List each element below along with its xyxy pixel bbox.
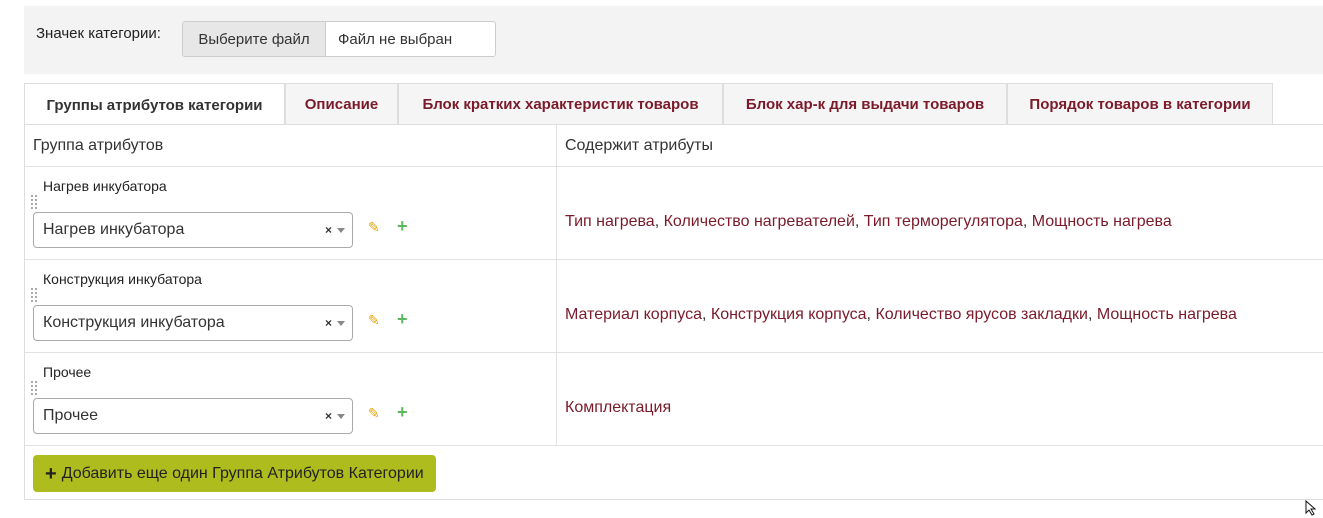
group-select[interactable]: Нагрев инкубатора ×: [33, 212, 353, 248]
chevron-down-icon[interactable]: [337, 414, 345, 419]
attribute-link[interactable]: Тип нагрева: [565, 213, 655, 230]
attribute-link[interactable]: Тип терморегулятора: [864, 213, 1023, 230]
clear-icon[interactable]: ×: [325, 316, 332, 330]
attribute-link[interactable]: Количество нагревателей: [664, 213, 855, 230]
chevron-down-icon[interactable]: [337, 321, 345, 326]
attribute-list: Материал корпуса, Конструкция корпуса, К…: [565, 306, 1237, 323]
group-label: Нагрев инкубатора: [43, 178, 167, 194]
category-icon-panel: Значек категории: Выберите файл Файл не …: [24, 6, 1323, 74]
tab-description[interactable]: Описание: [285, 83, 398, 125]
group-select-value: Конструкция инкубатора: [43, 314, 225, 331]
attribute-link[interactable]: Мощность нагрева: [1097, 306, 1237, 323]
drag-handle-icon[interactable]: [31, 381, 37, 395]
plus-icon[interactable]: +: [397, 402, 408, 423]
plus-icon: +: [45, 462, 57, 485]
tab-product-order[interactable]: Порядок товаров в категории: [1007, 83, 1273, 125]
attribute-link[interactable]: Конструкция корпуса: [711, 306, 867, 323]
drag-handle-icon[interactable]: [31, 288, 37, 302]
plus-icon[interactable]: +: [397, 309, 408, 330]
table-row: Нагрев инкубатора Нагрев инкубатора × ✎ …: [25, 167, 1323, 260]
group-select[interactable]: Конструкция инкубатора ×: [33, 305, 353, 341]
header-attribute-group: Группа атрибутов: [33, 136, 164, 154]
chevron-down-icon[interactable]: [337, 228, 345, 233]
group-select-value: Прочее: [43, 407, 99, 424]
pencil-icon[interactable]: ✎: [368, 312, 380, 329]
group-label: Прочее: [43, 364, 92, 380]
tab-specs-output-block[interactable]: Блок хар-к для выдачи товаров: [723, 83, 1007, 125]
group-label: Конструкция инкубатора: [43, 271, 202, 287]
attribute-list: Тип нагрева, Количество нагревателей, Ти…: [565, 213, 1172, 230]
pencil-icon[interactable]: ✎: [368, 219, 380, 236]
plus-icon[interactable]: +: [397, 216, 408, 237]
drag-handle-icon[interactable]: [31, 195, 37, 209]
choose-file-button[interactable]: Выберите файл: [183, 22, 326, 56]
table-row: Прочее Прочее × ✎ + Комплектация: [25, 353, 1323, 446]
clear-icon[interactable]: ×: [325, 223, 332, 237]
row-divider: [25, 445, 1323, 446]
category-icon-file-input[interactable]: Выберите файл Файл не выбран: [182, 21, 496, 57]
table-row: Конструкция инкубатора Конструкция инкуб…: [25, 260, 1323, 353]
mouse-cursor-icon: [1305, 500, 1317, 516]
attribute-list: Комплектация: [565, 399, 671, 417]
attribute-groups-panel: Группа атрибутов Содержит атрибуты Нагре…: [24, 124, 1323, 500]
add-attribute-group-label: Добавить еще один Группа Атрибутов Катег…: [61, 464, 424, 482]
group-select[interactable]: Прочее ×: [33, 398, 353, 434]
file-status-text: Файл не выбран: [338, 30, 453, 48]
attribute-link[interactable]: Комплектация: [565, 399, 671, 416]
tab-short-specs-block[interactable]: Блок кратких характеристик товаров: [398, 83, 723, 125]
tab-attribute-groups[interactable]: Группы атрибутов категории: [24, 83, 285, 126]
attribute-link[interactable]: Материал корпуса: [565, 306, 702, 323]
clear-icon[interactable]: ×: [325, 409, 332, 423]
add-attribute-group-button[interactable]: + Добавить еще один Группа Атрибутов Кат…: [33, 455, 436, 492]
group-select-value: Нагрев инкубатора: [43, 221, 185, 238]
attribute-link[interactable]: Мощность нагрева: [1032, 213, 1172, 230]
attribute-link[interactable]: Количество ярусов закладки: [875, 306, 1088, 323]
header-contains-attributes: Содержит атрибуты: [565, 136, 713, 154]
pencil-icon[interactable]: ✎: [368, 405, 380, 422]
category-icon-label: Значек категории:: [36, 25, 161, 42]
